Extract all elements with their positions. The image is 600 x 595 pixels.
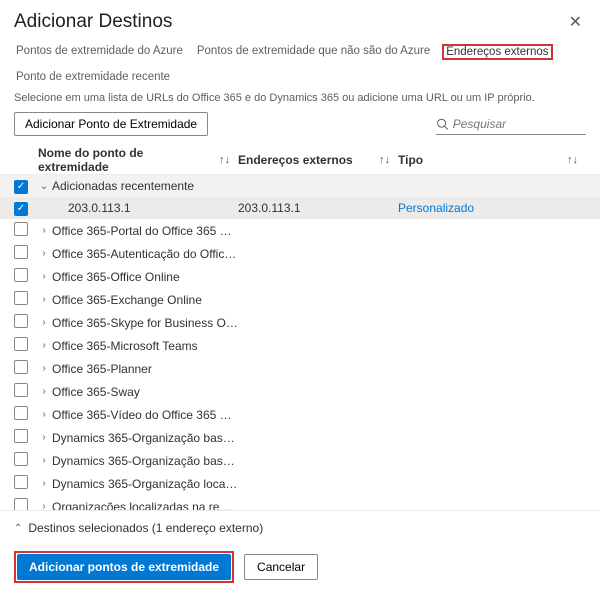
checkbox[interactable] xyxy=(14,406,28,420)
group-label: Dynamics 365-Organização localiza... xyxy=(52,477,238,491)
table-header: Nome do ponto de extremidade ↑↓ Endereço… xyxy=(0,146,600,175)
group-row[interactable]: ›Office 365-Autenticação do Office 3... xyxy=(0,242,600,265)
add-endpoint-button[interactable]: Adicionar Ponto de Extremidade xyxy=(14,112,208,136)
group-label: Office 365-Office Online xyxy=(52,270,180,284)
group-row[interactable]: ›Office 365-Exchange Online xyxy=(0,288,600,311)
group-row[interactable]: ›Dynamics 365-Organização baseada... xyxy=(0,449,600,472)
endpoint-type[interactable]: Personalizado xyxy=(398,201,586,215)
endpoint-name: 203.0.113.1 xyxy=(68,201,131,215)
group-row[interactable]: ›Office 365-Vídeo do Office 365 e Mi... xyxy=(0,403,600,426)
search-icon xyxy=(436,117,449,131)
group-row[interactable]: ›Office 365-Planner xyxy=(0,357,600,380)
tab-recent-endpoint[interactable]: Ponto de extremidade recente xyxy=(14,70,172,84)
group-label: Office 365-Autenticação do Office 3... xyxy=(52,247,238,261)
sort-icon[interactable]: ↑↓ xyxy=(379,154,398,166)
chevron-right-icon[interactable]: › xyxy=(38,294,50,305)
checkbox[interactable] xyxy=(14,268,28,282)
column-name[interactable]: Nome do ponto de extremidade xyxy=(38,146,215,174)
checkbox[interactable] xyxy=(14,383,28,397)
chevron-right-icon[interactable]: › xyxy=(38,317,50,328)
checkbox[interactable] xyxy=(14,452,28,466)
group-row[interactable]: ›Office 365-Sway xyxy=(0,380,600,403)
group-label: Organizações localizadas na região ... xyxy=(52,500,238,512)
table-body[interactable]: ⌄ Adicionadas recentemente 203.0.113.1 2… xyxy=(0,175,600,511)
checkbox[interactable] xyxy=(14,180,28,194)
sort-icon[interactable]: ↑↓ xyxy=(219,154,238,166)
checkbox[interactable] xyxy=(14,245,28,259)
chevron-right-icon[interactable]: › xyxy=(38,432,50,443)
chevron-right-icon[interactable]: › xyxy=(38,386,50,397)
group-row[interactable]: ›Organizações localizadas na região ... xyxy=(0,495,600,511)
checkbox[interactable] xyxy=(14,291,28,305)
add-endpoints-button[interactable]: Adicionar pontos de extremidade xyxy=(17,554,231,580)
checkbox[interactable] xyxy=(14,314,28,328)
checkbox[interactable] xyxy=(14,429,28,443)
checkbox[interactable] xyxy=(14,337,28,351)
group-label: Dynamics 365-Organização baseada... xyxy=(52,454,238,468)
hint-text: Selecione em uma lista de URLs do Office… xyxy=(0,92,600,112)
group-row[interactable]: ›Office 365-Microsoft Teams xyxy=(0,334,600,357)
search-input-wrapper[interactable] xyxy=(436,114,586,135)
chevron-right-icon[interactable]: › xyxy=(38,271,50,282)
group-label: Office 365-Skype for Business Online xyxy=(52,316,238,330)
group-label: Adicionadas recentemente xyxy=(52,179,194,193)
cancel-button[interactable]: Cancelar xyxy=(244,554,318,580)
group-label: Office 365-Portal do Office 365 e co... xyxy=(52,224,238,238)
group-row-recent[interactable]: ⌄ Adicionadas recentemente xyxy=(0,175,600,197)
group-label: Dynamics 365-Organização baseada... xyxy=(52,431,238,445)
group-row[interactable]: ›Office 365-Office Online xyxy=(0,265,600,288)
chevron-up-icon[interactable]: ⌃ xyxy=(14,523,22,534)
tab-external-addresses[interactable]: Endereços externos xyxy=(442,44,552,60)
chevron-down-icon[interactable]: ⌄ xyxy=(38,181,50,192)
selection-summary: Destinos selecionados (1 endereço extern… xyxy=(28,521,263,535)
checkbox[interactable] xyxy=(14,222,28,236)
column-address[interactable]: Endereços externos xyxy=(238,153,353,167)
group-row[interactable]: ›Office 365-Skype for Business Online xyxy=(0,311,600,334)
checkbox[interactable] xyxy=(14,475,28,489)
group-label: Office 365-Planner xyxy=(52,362,152,376)
chevron-right-icon[interactable]: › xyxy=(38,409,50,420)
group-row[interactable]: ›Dynamics 365-Organização baseada... xyxy=(0,426,600,449)
column-type[interactable]: Tipo xyxy=(398,153,423,167)
search-input[interactable] xyxy=(449,114,586,134)
group-label: Office 365-Vídeo do Office 365 e Mi... xyxy=(52,408,238,422)
checkbox[interactable] xyxy=(14,360,28,374)
checkbox[interactable] xyxy=(14,498,28,511)
table-row-selected[interactable]: 203.0.113.1 203.0.113.1 Personalizado xyxy=(0,197,600,219)
group-label: Office 365-Sway xyxy=(52,385,140,399)
chevron-right-icon[interactable]: › xyxy=(38,248,50,259)
group-label: Office 365-Microsoft Teams xyxy=(52,339,198,353)
chevron-right-icon[interactable]: › xyxy=(38,478,50,489)
close-icon[interactable]: ✕ xyxy=(565,10,586,34)
sort-icon[interactable]: ↑↓ xyxy=(567,154,586,166)
group-label: Office 365-Exchange Online xyxy=(52,293,202,307)
tab-non-azure-endpoints[interactable]: Pontos de extremidade que não são do Azu… xyxy=(195,44,432,60)
dialog-title: Adicionar Destinos xyxy=(14,11,172,33)
endpoint-address: 203.0.113.1 xyxy=(238,201,398,215)
chevron-right-icon[interactable]: › xyxy=(38,340,50,351)
chevron-right-icon[interactable]: › xyxy=(38,455,50,466)
group-row[interactable]: ›Dynamics 365-Organização localiza... xyxy=(0,472,600,495)
chevron-right-icon[interactable]: › xyxy=(38,225,50,236)
chevron-right-icon[interactable]: › xyxy=(38,501,50,511)
chevron-right-icon[interactable]: › xyxy=(38,363,50,374)
tab-azure-endpoints[interactable]: Pontos de extremidade do Azure xyxy=(14,44,185,60)
checkbox[interactable] xyxy=(14,202,28,216)
group-row[interactable]: ›Office 365-Portal do Office 365 e co... xyxy=(0,219,600,242)
